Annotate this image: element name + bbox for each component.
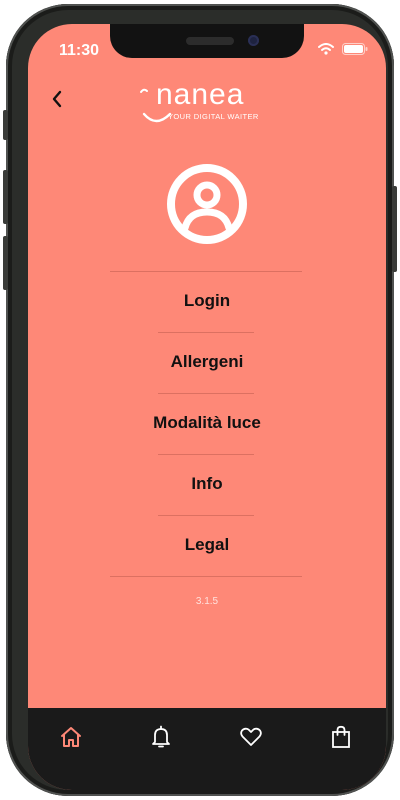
tab-cart[interactable] (324, 722, 358, 752)
divider (158, 393, 254, 394)
volume-up-button (3, 170, 8, 224)
mute-switch (3, 110, 8, 140)
chevron-left-icon (52, 90, 62, 108)
volume-down-button (3, 236, 8, 290)
divider (158, 332, 254, 333)
shopping-bag-icon (332, 725, 350, 748)
brand-name: nanea (156, 78, 245, 111)
heart-icon (240, 727, 262, 746)
menu-item-light-mode[interactable]: Modalità luce (108, 405, 306, 441)
wifi-icon (318, 43, 334, 55)
user-avatar-icon (167, 164, 247, 244)
bell-icon (152, 725, 170, 748)
divider (158, 454, 254, 455)
back-button[interactable] (42, 84, 72, 114)
brand-tagline: YOUR DIGITAL WAITER (168, 112, 259, 121)
phone-frame: 11:30 nanea YOUR DIGITAL WAITER Login Al… (3, 4, 397, 796)
divider (110, 576, 302, 577)
tab-bar (28, 708, 386, 790)
nanea-logo: nanea YOUR DIGITAL WAITER (138, 78, 278, 130)
notch (110, 24, 304, 58)
divider (158, 515, 254, 516)
menu-item-legal[interactable]: Legal (108, 527, 306, 563)
front-camera (248, 35, 259, 46)
menu-item-info[interactable]: Info (108, 466, 306, 502)
status-time: 11:30 (59, 42, 100, 59)
tab-notifications[interactable] (144, 722, 178, 752)
divider (110, 271, 302, 272)
tab-favorites[interactable] (234, 722, 268, 752)
app-screen: 11:30 nanea YOUR DIGITAL WAITER Login Al… (28, 24, 386, 790)
speaker (186, 37, 234, 45)
battery-icon (342, 43, 368, 55)
app-version: 3.1.5 (195, 596, 219, 607)
power-button (392, 186, 397, 272)
menu-item-login[interactable]: Login (108, 283, 306, 319)
tab-home[interactable] (54, 722, 88, 752)
menu-item-allergeni[interactable]: Allergeni (108, 344, 306, 380)
home-icon (61, 727, 81, 747)
status-icons (318, 43, 368, 55)
